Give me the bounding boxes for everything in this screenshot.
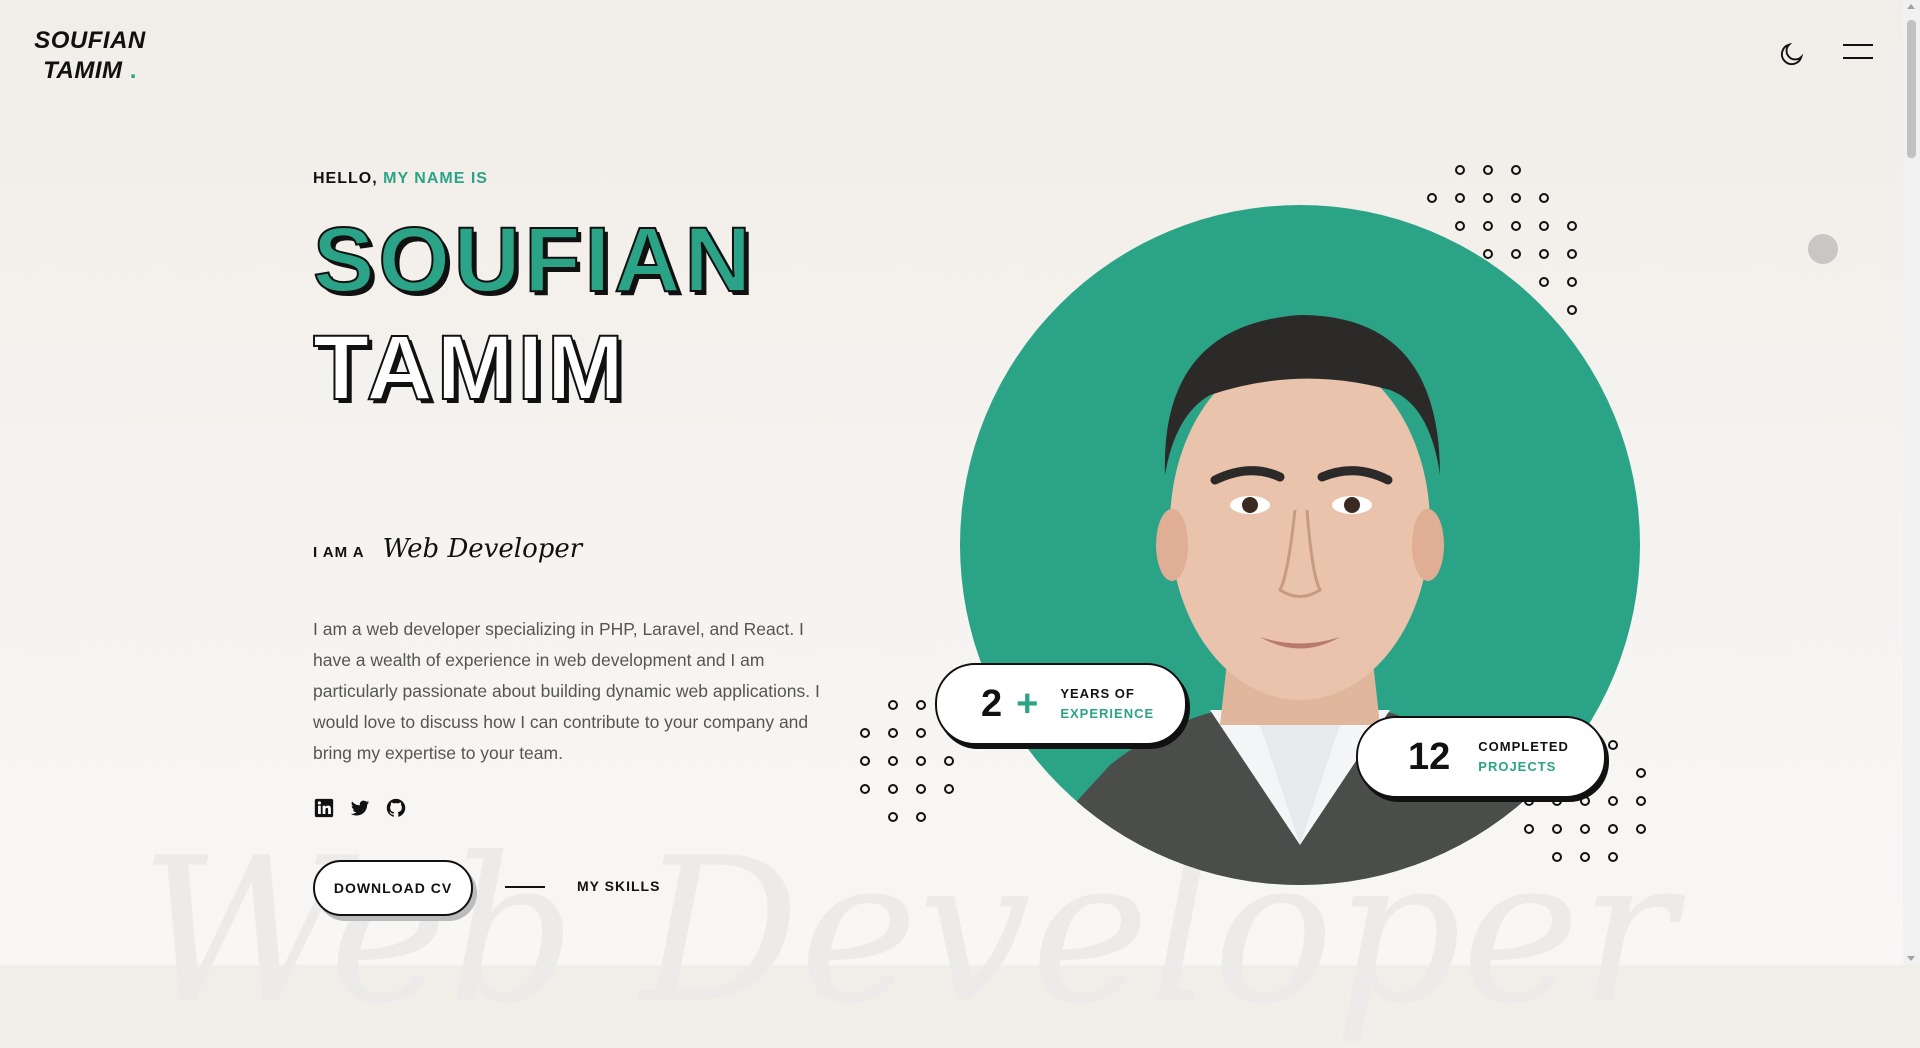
projects-badge: 12 COMPLETED PROJECTS	[1356, 716, 1606, 798]
experience-badge: 2 + YEARS OF EXPERIENCE	[935, 663, 1187, 745]
scroll-down-arrow-icon[interactable]	[1907, 956, 1915, 961]
plus-icon: +	[1016, 682, 1039, 725]
twitter-icon[interactable]	[349, 797, 371, 819]
projects-number: 12	[1408, 735, 1451, 778]
button-connector-line	[505, 886, 545, 888]
download-cv-button[interactable]: DOWNLOAD CV	[313, 860, 473, 916]
github-icon[interactable]	[385, 797, 407, 819]
role-line: I AM A Web Developer	[313, 534, 582, 564]
scroll-up-arrow-icon[interactable]	[1907, 4, 1915, 9]
logo-line2: TAMIM .	[43, 57, 137, 84]
social-links	[313, 797, 407, 819]
experience-number: 2	[981, 682, 1003, 725]
logo[interactable]: SOUFIAN TAMIM .	[34, 26, 146, 86]
hamburger-menu-icon[interactable]	[1843, 44, 1873, 64]
role-prefix: I AM A	[313, 544, 365, 561]
my-skills-link[interactable]: MY SKILLS	[577, 878, 660, 894]
experience-label: YEARS OF EXPERIENCE	[1060, 686, 1155, 721]
scrollbar-thumb[interactable]	[1907, 20, 1916, 158]
logo-line1: SOUFIAN	[34, 27, 146, 54]
bio-paragraph: I am a web developer specializing in PHP…	[313, 619, 820, 763]
last-name-heading: TAMIM	[312, 316, 628, 420]
scroll-indicator	[1808, 234, 1838, 264]
moon-icon[interactable]	[1778, 40, 1806, 68]
linkedin-icon[interactable]	[313, 797, 335, 819]
first-name-heading: SOUFIAN	[312, 208, 755, 312]
page-scrollbar[interactable]	[1903, 0, 1920, 965]
role-title: Web Developer	[382, 534, 583, 564]
greeting: HELLO, MY NAME IS	[313, 170, 488, 187]
projects-label: COMPLETED PROJECTS	[1478, 739, 1569, 774]
